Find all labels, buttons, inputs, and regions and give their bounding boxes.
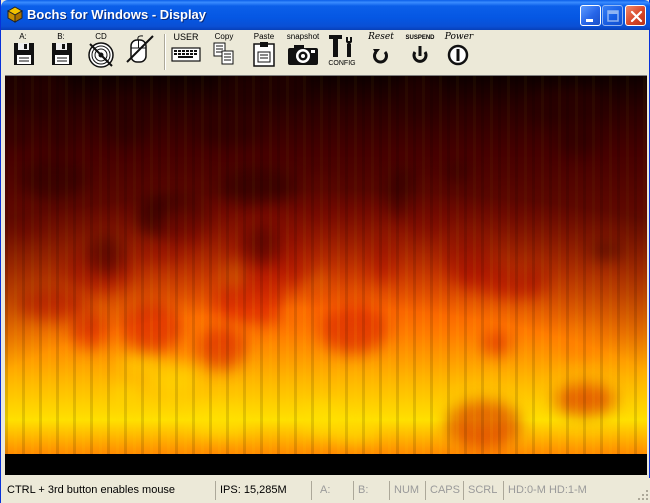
status-floppy-a: A: xyxy=(311,481,353,500)
title-bar[interactable]: Bochs for Windows - Display xyxy=(1,0,650,30)
status-hard-disks: HD:0-M HD:1-M xyxy=(503,481,633,500)
floppy-b-button[interactable]: B: xyxy=(47,31,75,71)
paste-icon xyxy=(253,42,275,67)
power-button[interactable]: Power xyxy=(441,31,477,71)
status-scroll-lock: SCRL xyxy=(463,481,503,500)
status-ips-text: IPS: 15,285M xyxy=(220,484,287,496)
window-title: Bochs for Windows - Display xyxy=(27,7,207,22)
copy-icon xyxy=(213,42,234,65)
status-floppy-b: B: xyxy=(353,481,389,500)
toolbar: A: B: CD USER Copy Paste snapshot CONFIG… xyxy=(5,31,647,73)
maximize-button[interactable] xyxy=(602,5,623,26)
copy-button[interactable]: Copy xyxy=(209,31,239,71)
fire-effect-screen xyxy=(5,76,647,454)
reset-icon xyxy=(373,49,388,64)
bochs-app-icon[interactable] xyxy=(7,6,23,23)
status-message: CTRL + 3rd button enables mouse xyxy=(3,481,215,500)
user-button[interactable]: USER xyxy=(169,31,203,71)
status-num-text: NUM xyxy=(394,484,420,496)
power-icon xyxy=(447,44,469,66)
status-floppy-a-text: A: xyxy=(320,484,331,496)
status-scrl-text: SCRL xyxy=(468,484,498,496)
mouse-icon xyxy=(126,35,154,63)
snapshot-button[interactable]: snapshot xyxy=(285,31,321,71)
floppy-disk-icon xyxy=(14,43,34,65)
status-hd-text: HD:0-M HD:1-M xyxy=(508,484,587,496)
floppy-a-button[interactable]: A: xyxy=(9,31,37,71)
bochs-window: Bochs for Windows - Display A: B: CD USE… xyxy=(0,0,650,503)
emulator-display[interactable] xyxy=(5,75,647,475)
minimize-button[interactable] xyxy=(580,5,601,26)
cdrom-icon xyxy=(88,42,114,68)
camera-icon xyxy=(288,45,318,65)
close-icon xyxy=(630,10,643,23)
floppy-disk-icon xyxy=(52,43,72,65)
status-bar: CTRL + 3rd button enables mouse IPS: 15,… xyxy=(1,478,650,503)
config-label: CONFIG xyxy=(328,60,356,67)
resize-grip-icon[interactable] xyxy=(637,489,649,501)
maximize-icon xyxy=(607,10,619,22)
fire-vignette xyxy=(5,76,647,454)
suspend-icon xyxy=(412,46,428,63)
suspend-button[interactable]: SUSPEND xyxy=(403,31,437,71)
status-caps-lock: CAPS xyxy=(425,481,463,500)
paste-button[interactable]: Paste xyxy=(249,31,279,71)
reset-button[interactable]: Reset xyxy=(365,31,397,71)
status-num-lock: NUM xyxy=(389,481,425,500)
cdrom-button[interactable]: CD xyxy=(85,31,117,71)
mouse-toggle-button[interactable] xyxy=(123,31,157,71)
status-ips: IPS: 15,285M xyxy=(215,481,311,500)
status-floppy-b-text: B: xyxy=(358,484,369,496)
toolbar-separator xyxy=(164,34,166,70)
keyboard-icon xyxy=(171,47,201,62)
close-button[interactable] xyxy=(625,5,646,26)
status-message-text: CTRL + 3rd button enables mouse xyxy=(7,484,176,496)
config-button[interactable]: CONFIG xyxy=(327,31,357,71)
config-icon xyxy=(329,35,352,57)
status-caps-text: CAPS xyxy=(430,484,460,496)
minimize-icon xyxy=(586,19,593,22)
